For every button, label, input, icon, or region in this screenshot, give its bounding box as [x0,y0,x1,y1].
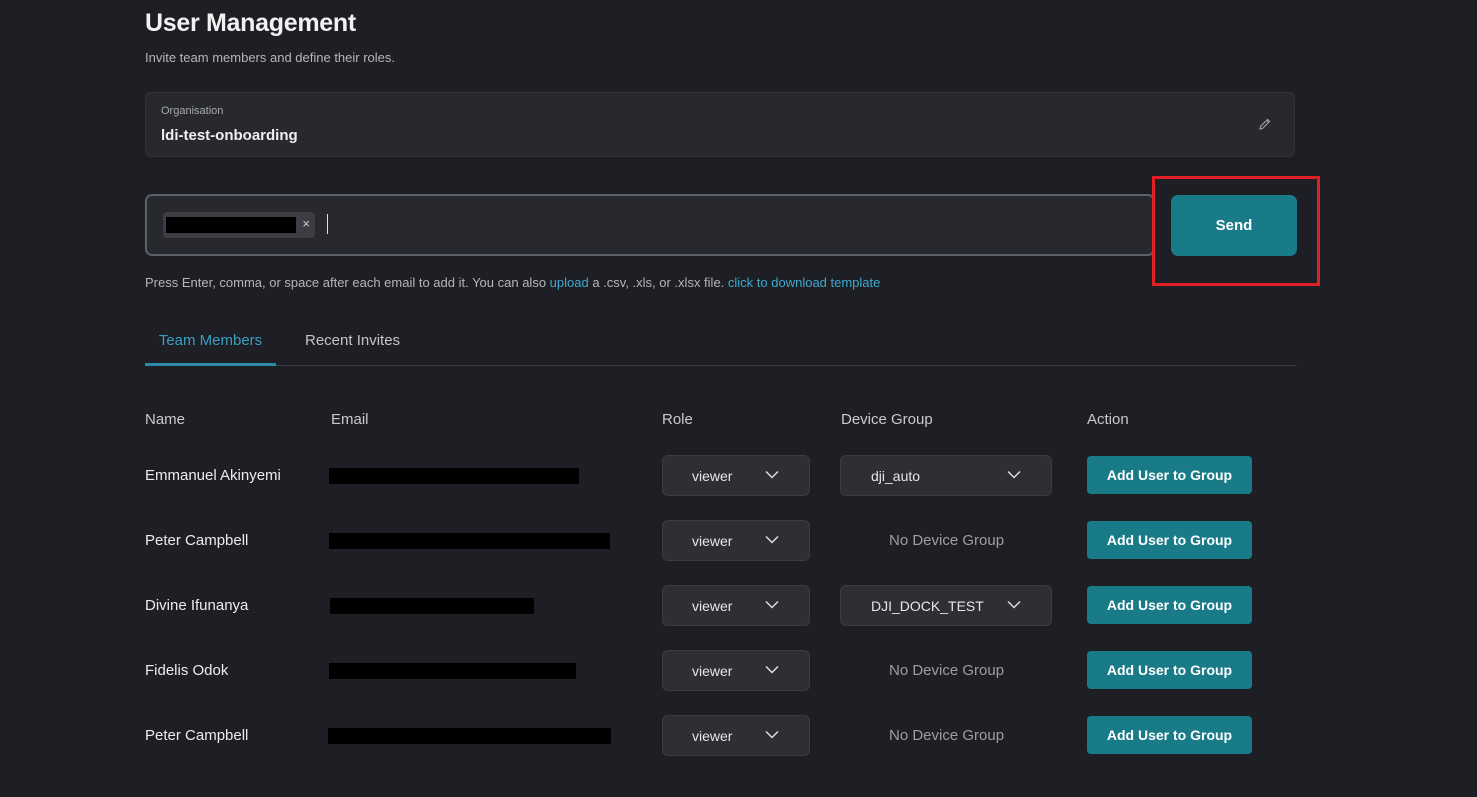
chevron-down-icon [765,600,779,609]
text-caret [327,214,328,234]
page-title: User Management [145,9,356,37]
helper-text: Press Enter, comma, or space after each … [145,275,880,290]
tab-bar: Team Members Recent Invites [145,322,1297,366]
column-header-device-group: Device Group [841,411,933,428]
member-name: Divine Ifunanya [145,597,249,614]
table-row: Peter Campbell viewer No Device Group Ad… [0,520,1477,562]
add-user-to-group-button[interactable]: Add User to Group [1087,456,1252,494]
device-group-value: DJI_DOCK_TEST [871,598,984,614]
email-chip: × [163,212,315,238]
organisation-name: ldi-test-onboarding [161,127,298,144]
column-header-role: Role [662,411,693,428]
role-select[interactable]: viewer [662,455,810,496]
device-group-select[interactable]: dji_auto [840,455,1052,496]
table-row: Divine Ifunanya viewer DJI_DOCK_TEST Add… [0,585,1477,627]
device-group-select[interactable]: DJI_DOCK_TEST [840,585,1052,626]
role-select[interactable]: viewer [662,585,810,626]
column-header-email: Email [331,411,369,428]
member-name: Fidelis Odok [145,662,229,679]
organisation-label: Organisation [161,105,224,117]
no-device-group-text: No Device Group [889,662,1005,679]
tab-recent-invites[interactable]: Recent Invites [305,332,400,349]
table-row: Fidelis Odok viewer No Device Group Add … [0,650,1477,692]
redacted-email [329,533,610,549]
chevron-down-icon [1007,600,1021,609]
member-name: Emmanuel Akinyemi [145,467,281,484]
add-user-to-group-button[interactable]: Add User to Group [1087,521,1252,559]
download-template-link[interactable]: click to download template [728,275,880,290]
add-user-to-group-button[interactable]: Add User to Group [1087,716,1252,754]
no-device-group-text: No Device Group [889,532,1005,549]
table-row: Peter Campbell viewer No Device Group Ad… [0,715,1477,757]
helper-middle: a .csv, .xls, or .xlsx file. [588,275,728,290]
column-header-action: Action [1087,411,1129,428]
redacted-email [330,598,534,614]
role-select[interactable]: viewer [662,715,810,756]
send-button[interactable]: Send [1171,195,1297,256]
add-user-to-group-button[interactable]: Add User to Group [1087,586,1252,624]
redacted-email [329,663,576,679]
helper-prefix: Press Enter, comma, or space after each … [145,275,550,290]
chevron-down-icon [765,730,779,739]
email-invite-input[interactable]: × [145,194,1155,256]
redacted-email [166,217,296,233]
table-row: Emmanuel Akinyemi viewer dji_auto Add Us… [0,455,1477,497]
upload-link[interactable]: upload [550,275,589,290]
role-value: viewer [692,533,733,549]
role-value: viewer [692,598,733,614]
role-value: viewer [692,728,733,744]
remove-chip-icon[interactable]: × [302,216,310,231]
organisation-card: Organisation ldi-test-onboarding [145,92,1295,157]
tab-team-members[interactable]: Team Members [145,332,276,366]
pencil-icon[interactable] [1258,117,1272,131]
column-header-name: Name [145,411,186,428]
chevron-down-icon [1007,470,1021,479]
add-user-to-group-button[interactable]: Add User to Group [1087,651,1252,689]
role-value: viewer [692,663,733,679]
role-value: viewer [692,468,733,484]
device-group-value: dji_auto [871,468,921,484]
chevron-down-icon [765,535,779,544]
chevron-down-icon [765,665,779,674]
no-device-group-text: No Device Group [889,727,1005,744]
chevron-down-icon [765,470,779,479]
redacted-email [328,728,611,744]
page-subtitle: Invite team members and define their rol… [145,50,396,65]
role-select[interactable]: viewer [662,650,810,691]
member-name: Peter Campbell [145,727,249,744]
member-name: Peter Campbell [145,532,249,549]
redacted-email [329,468,579,484]
role-select[interactable]: viewer [662,520,810,561]
